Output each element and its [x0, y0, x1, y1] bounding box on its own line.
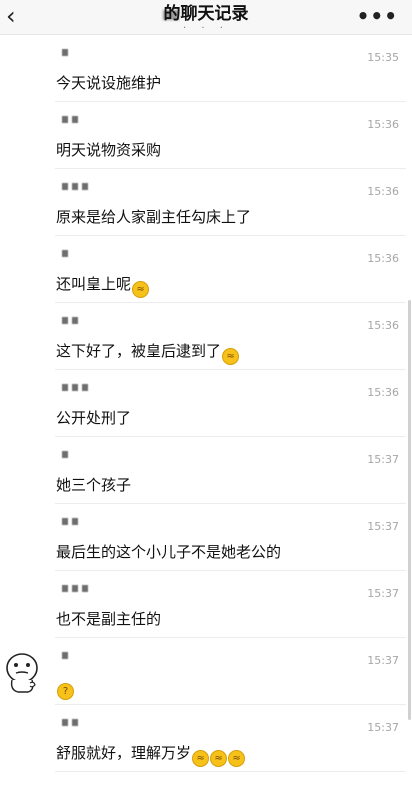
laugh-cry-emoji-icon: ≈ — [210, 750, 228, 767]
message-text: ? — [56, 676, 74, 700]
message-text: 明天说物资采购 — [56, 141, 162, 159]
sender-name-blurred — [62, 719, 78, 729]
message-item[interactable]: 15:37? — [0, 638, 412, 705]
message-text: 公开处刑了 — [56, 409, 132, 427]
chat-history-list[interactable]: 15:35 今天说设施维护 15:36 明天说物资采购 15:36 原来是给人家副主任勾床… — [0, 35, 412, 772]
message-text: 也不是副主任的 — [56, 610, 162, 628]
message-time: 15:37 — [367, 654, 399, 667]
laugh-cry-emoji-icon: ≈ — [192, 750, 210, 767]
message-item[interactable]: 15:36 还叫皇上呢 ≈ — [0, 236, 412, 303]
sender-name-blurred — [62, 49, 68, 59]
sender-name-blurred — [62, 518, 78, 528]
message-item[interactable]: 15:35 今天说设施维护 — [0, 35, 412, 102]
page-subtitle: · · · — [183, 23, 229, 34]
laugh-cry-emoji-icon: ≈ — [132, 281, 150, 298]
page-title: 的聊天记录 — [163, 4, 249, 24]
sender-name-blurred — [62, 317, 78, 327]
sender-name-blurred — [62, 585, 88, 595]
laugh-cry-emoji-icon: ≈ — [222, 348, 240, 365]
message-time: 15:36 — [367, 118, 399, 131]
laugh-cry-emoji-icon: ≈ — [228, 750, 246, 767]
message-time: 15:37 — [367, 520, 399, 533]
message-text: 她三个孩子 — [56, 476, 132, 494]
message-item[interactable]: 15:37 她三个孩子 — [0, 437, 412, 504]
message-item[interactable]: 15:36 明天说物资采购 — [0, 102, 412, 169]
message-time: 15:36 — [367, 185, 399, 198]
message-text: 原来是给人家副主任勾床上了 — [56, 208, 252, 226]
message-item[interactable]: 15:37 最后生的这个小儿子不是她老公的 — [0, 504, 412, 571]
message-time: 15:36 — [367, 386, 399, 399]
sender-name-blurred — [62, 250, 68, 260]
sticker-face-icon — [6, 653, 38, 693]
message-text: 今天说设施维护 — [56, 74, 162, 92]
scrollbar[interactable] — [408, 300, 411, 720]
sender-name-blurred — [62, 183, 88, 193]
message-item[interactable]: 15:37 也不是副主任的 — [0, 571, 412, 638]
message-item[interactable]: 15:36 原来是给人家副主任勾床上了 — [0, 169, 412, 236]
more-options-icon[interactable]: ••• — [357, 4, 398, 28]
divider — [55, 771, 406, 772]
message-time: 15:37 — [367, 453, 399, 466]
thinking-emoji-icon: ? — [57, 683, 74, 700]
message-text: 还叫皇上呢 ≈ — [56, 274, 150, 298]
message-time: 15:36 — [367, 252, 399, 265]
message-item[interactable]: 15:37 舒服就好，理解万岁 ≈ ≈ ≈ — [0, 705, 412, 772]
message-text: 最后生的这个小儿子不是她老公的 — [56, 543, 282, 561]
message-time: 15:35 — [367, 51, 399, 64]
message-item[interactable]: 15:36 这下好了，被皇后逮到了 ≈ — [0, 303, 412, 370]
message-text: 这下好了，被皇后逮到了 ≈ — [56, 341, 240, 365]
sender-name-blurred — [62, 652, 68, 662]
message-time: 15:36 — [367, 319, 399, 332]
message-time: 15:37 — [367, 587, 399, 600]
sender-name-blurred — [62, 384, 88, 394]
title-bar: ‹ 的聊天记录 · · · ••• — [0, 0, 412, 35]
message-time: 15:37 — [367, 721, 399, 734]
sender-name-blurred — [62, 451, 68, 461]
message-item[interactable]: 15:36 公开处刑了 — [0, 370, 412, 437]
message-text: 舒服就好，理解万岁 ≈ ≈ ≈ — [56, 743, 246, 767]
sender-name-blurred — [62, 116, 78, 126]
